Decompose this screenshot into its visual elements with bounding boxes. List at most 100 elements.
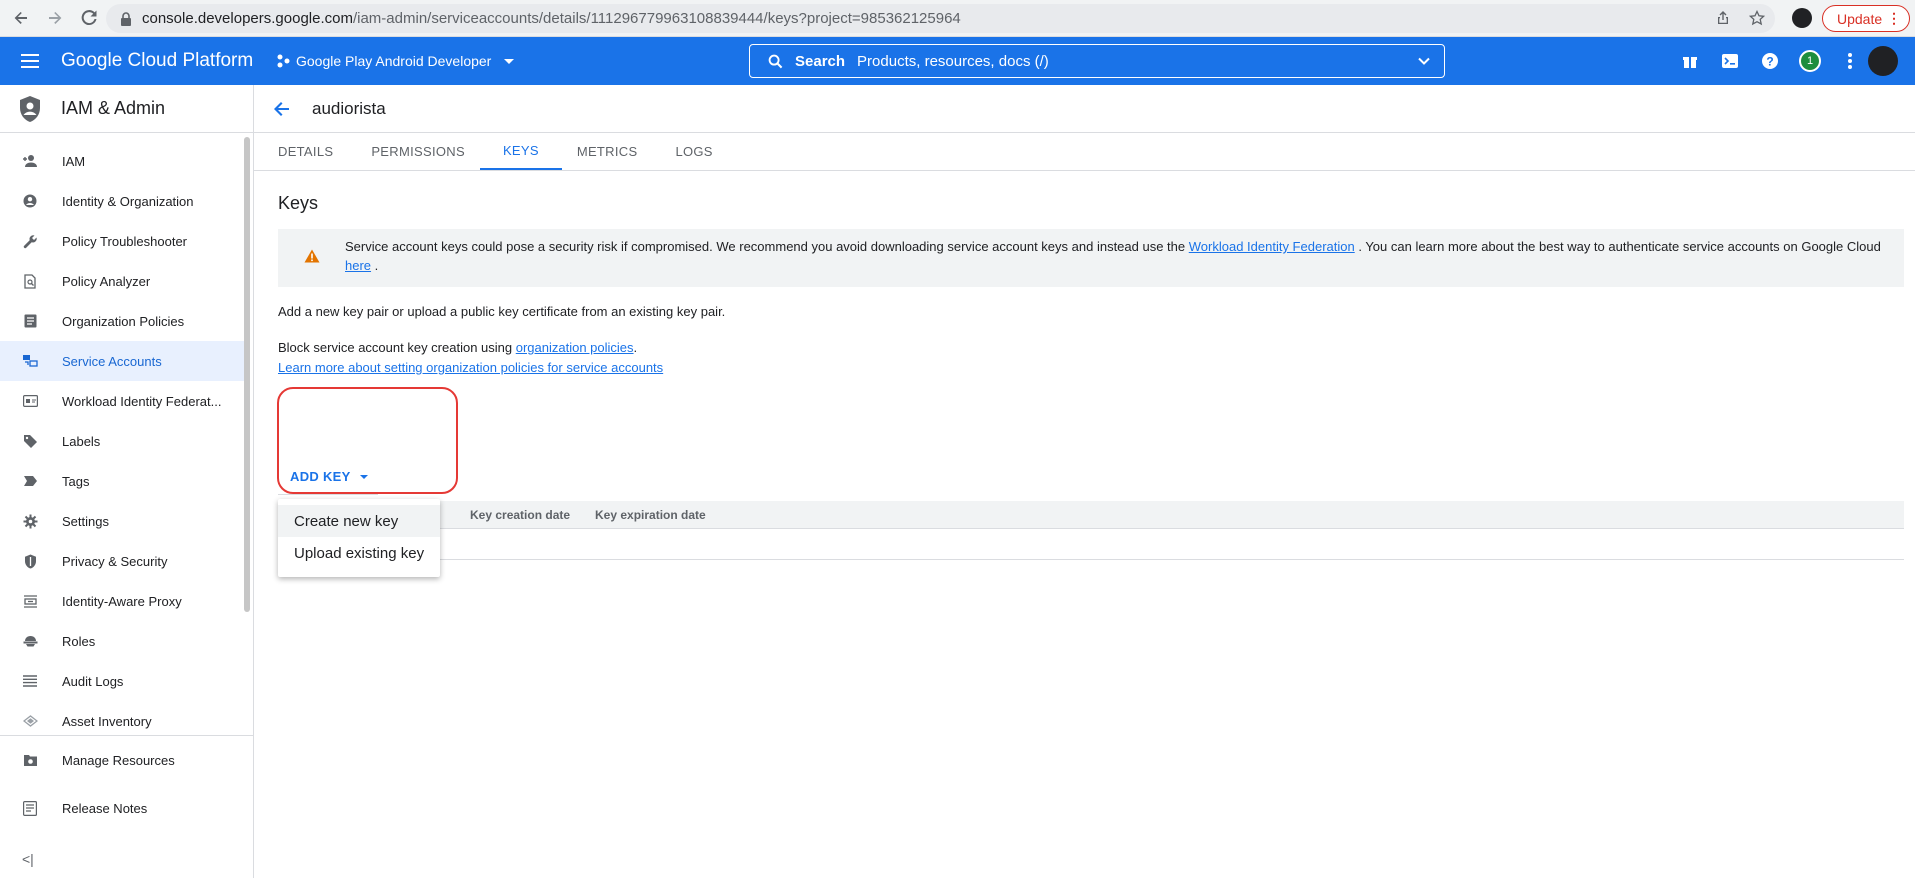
learn-more-link[interactable]: Learn more about setting organization po…	[278, 360, 663, 375]
page-title: audiorista	[312, 98, 386, 118]
sidebar-item-label: Settings	[62, 513, 109, 529]
keys-table-header: Key creation date Key expiration date	[278, 501, 1904, 529]
gift-icon[interactable]	[1670, 50, 1710, 72]
sidebar-item-identity-aware-proxy[interactable]: Identity-Aware Proxy	[0, 581, 244, 621]
project-selector[interactable]: Google Play Android Developer	[276, 53, 525, 69]
block-text: Block service account key creation using	[278, 340, 516, 355]
url-host: console.developers.google.com	[142, 10, 353, 27]
sidebar-item-tags[interactable]: Tags	[0, 461, 244, 501]
sidebar-footer: Manage Resources Release Notes	[0, 735, 254, 832]
shield-icon	[22, 553, 38, 569]
add-key-info: Add a new key pair or upload a public ke…	[278, 304, 726, 319]
column-key-expiration-date[interactable]: Key expiration date	[595, 508, 706, 522]
caret-down-icon	[504, 59, 515, 64]
sidebar-title: IAM & Admin	[61, 98, 166, 118]
menu-item-upload-existing-key[interactable]: Upload existing key	[278, 537, 440, 569]
sidebar-nav: IAM Identity & Organization Policy Troub…	[0, 141, 244, 741]
here-link[interactable]: here	[345, 258, 371, 273]
sidebar-item-label: Labels	[62, 433, 101, 449]
reload-icon[interactable]	[76, 5, 102, 31]
label-icon	[22, 433, 38, 449]
collapse-sidebar-button[interactable]: <|	[22, 851, 34, 867]
sidebar-item-label: Release Notes	[62, 800, 148, 816]
block-text-end: .	[633, 340, 638, 355]
forward-arrow-icon[interactable]	[42, 5, 68, 31]
menu-item-create-new-key[interactable]: Create new key	[278, 505, 440, 537]
tab-permissions[interactable]: PERMISSIONS	[371, 132, 465, 170]
column-key-creation-date[interactable]: Key creation date	[470, 508, 570, 522]
sidebar-item-label: Asset Inventory	[62, 713, 152, 729]
warning-text-end: .	[371, 258, 379, 273]
cloud-shell-icon[interactable]	[1710, 50, 1750, 72]
list-doc-icon	[22, 313, 38, 329]
update-label: Update	[1837, 10, 1883, 27]
gear-icon	[22, 513, 38, 529]
page-header: audiorista	[254, 85, 1915, 133]
add-key-menu: Create new key Upload existing key	[278, 499, 440, 577]
iam-shield-icon	[20, 95, 40, 122]
sidebar-item-policy-analyzer[interactable]: Policy Analyzer	[0, 261, 244, 301]
notification-badge[interactable]: 1	[1799, 50, 1821, 72]
update-button[interactable]: Update ⋮	[1822, 5, 1910, 32]
back-arrow-icon[interactable]	[272, 99, 292, 119]
add-key-button[interactable]: ADD KEY	[278, 459, 378, 495]
sidebar-item-identity-organization[interactable]: Identity & Organization	[0, 181, 244, 221]
address-bar[interactable]: console.developers.google.com/iam-admin/…	[106, 4, 1775, 33]
diamond-icon	[22, 713, 38, 729]
chevron-down-icon[interactable]	[1416, 53, 1432, 69]
sidebar-item-label: Roles	[62, 633, 96, 649]
gcp-header: Google Cloud Platform Google Play Androi…	[0, 37, 1915, 85]
search-input[interactable]: Search Products, resources, docs (/)	[749, 44, 1445, 78]
sidebar-item-iam[interactable]: IAM	[0, 141, 244, 181]
sidebar-item-release-notes[interactable]: Release Notes	[0, 784, 254, 832]
sidebar-item-label: IAM	[62, 153, 86, 169]
tab-metrics[interactable]: METRICS	[577, 132, 638, 170]
sidebar-item-label: Tags	[62, 473, 90, 489]
tab-keys[interactable]: KEYS	[479, 132, 562, 170]
sidebar-item-label: Audit Logs	[62, 673, 124, 689]
sidebar-scrollbar[interactable]	[244, 137, 250, 612]
sidebar-item-settings[interactable]: Settings	[0, 501, 244, 541]
help-icon[interactable]: ?	[1750, 50, 1790, 72]
account-circle-icon	[22, 193, 38, 209]
share-icon[interactable]	[1715, 10, 1731, 26]
sidebar-item-label: Privacy & Security	[62, 553, 168, 569]
notes-icon	[22, 800, 38, 816]
sidebar-item-service-accounts[interactable]: Service Accounts	[0, 341, 244, 381]
workload-identity-link[interactable]: Workload Identity Federation	[1189, 239, 1355, 254]
sidebar-item-label: Policy Analyzer	[62, 273, 151, 289]
avatar[interactable]	[1868, 46, 1898, 76]
caret-down-icon	[359, 474, 368, 479]
more-vert-icon[interactable]	[1830, 50, 1870, 72]
sidebar-item-label: Organization Policies	[62, 313, 185, 329]
hamburger-menu-icon[interactable]	[20, 51, 40, 71]
tab-details[interactable]: DETAILS	[278, 132, 333, 170]
sidebar-item-privacy-security[interactable]: Privacy & Security	[0, 541, 244, 581]
sidebar-item-label: Identity & Organization	[62, 193, 194, 209]
sidebar-item-label: Policy Troubleshooter	[62, 233, 188, 249]
list-icon	[22, 673, 38, 689]
doc-search-icon	[22, 273, 38, 289]
organization-policies-link[interactable]: organization policies	[516, 340, 634, 355]
bookmark-star-icon[interactable]	[1749, 10, 1765, 26]
sidebar-item-organization-policies[interactable]: Organization Policies	[0, 301, 244, 341]
sidebar-item-label: Manage Resources	[62, 752, 175, 768]
sidebar-item-manage-resources[interactable]: Manage Resources	[0, 736, 254, 784]
sidebar-item-policy-troubleshooter[interactable]: Policy Troubleshooter	[0, 221, 244, 261]
extension-icon[interactable]	[1792, 8, 1812, 28]
add-key-label: ADD KEY	[290, 469, 351, 484]
sidebar-item-label: Identity-Aware Proxy	[62, 593, 182, 609]
sidebar-item-audit-logs[interactable]: Audit Logs	[0, 661, 244, 701]
brand-title[interactable]: Google Cloud Platform	[61, 50, 253, 72]
back-arrow-icon[interactable]	[8, 5, 34, 31]
person-add-icon	[22, 153, 38, 169]
search-icon	[768, 54, 783, 68]
sidebar-item-roles[interactable]: Roles	[0, 621, 244, 661]
main-content: audiorista DETAILS PERMISSIONS KEYS METR…	[254, 85, 1915, 878]
sidebar-item-labels[interactable]: Labels	[0, 421, 244, 461]
tag-icon	[22, 473, 38, 489]
search-label: Search	[795, 52, 846, 70]
sidebar-item-workload-identity-federation[interactable]: Workload Identity Federat...	[0, 381, 244, 421]
tab-logs[interactable]: LOGS	[675, 132, 712, 170]
lock-icon	[121, 11, 131, 26]
